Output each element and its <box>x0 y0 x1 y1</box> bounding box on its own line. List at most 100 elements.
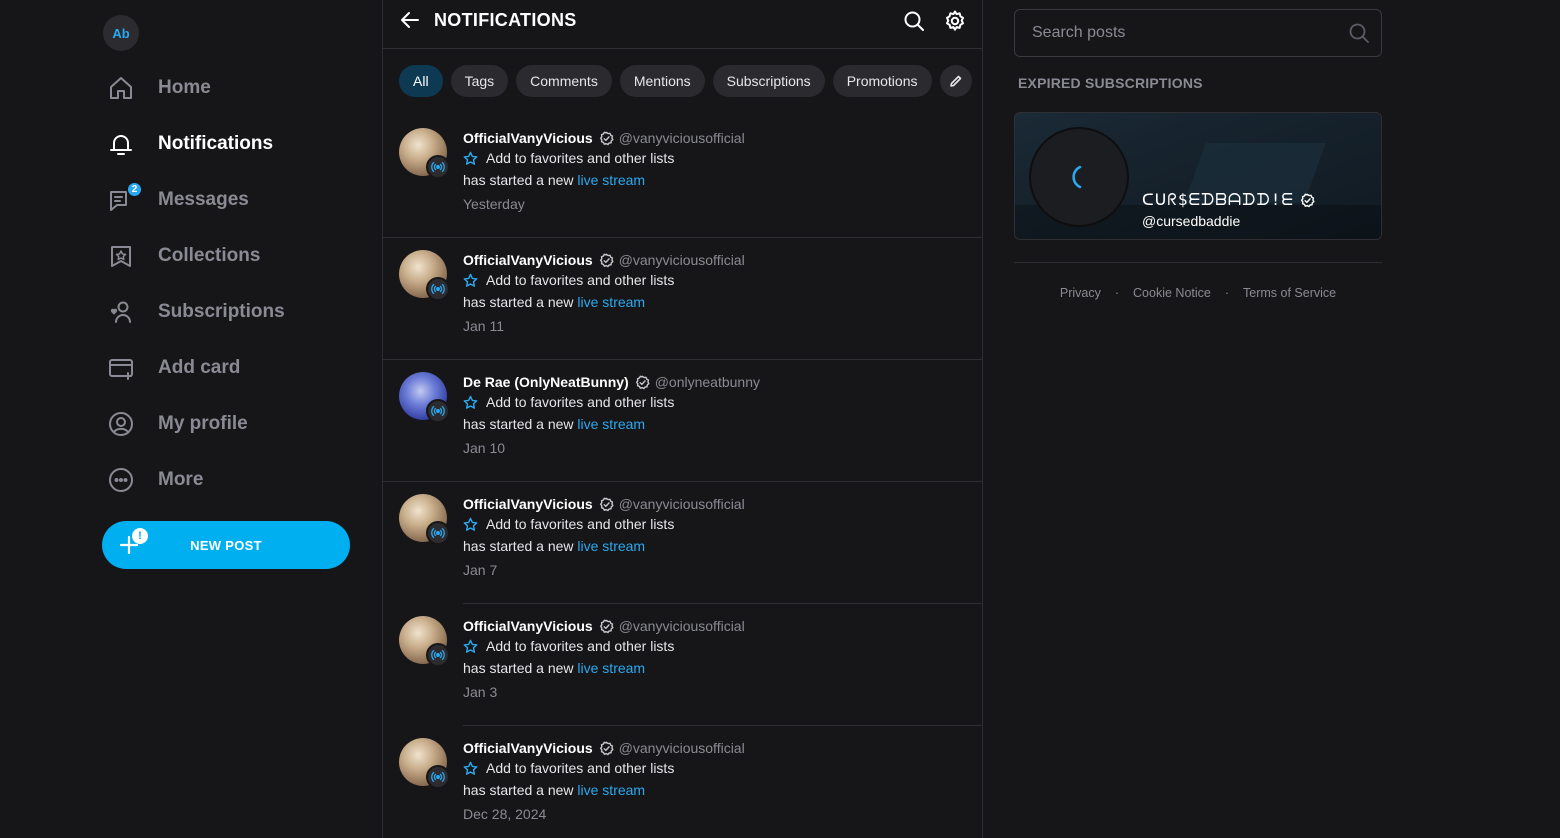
search-posts-input[interactable] <box>1014 9 1382 57</box>
notification-text: has started a new live stream <box>463 538 645 554</box>
author-handle[interactable]: @vanyviciousofficial <box>619 496 745 512</box>
expired-sub-handle[interactable]: @cursedbaddie <box>1142 213 1240 229</box>
notification-item[interactable]: OfficialVanyVicious @vanyviciousofficial A… <box>383 726 983 838</box>
live-badge <box>426 765 450 789</box>
notification-message: has started a new <box>463 416 578 432</box>
notification-item[interactable]: OfficialVanyVicious @vanyviciousofficial A… <box>383 238 983 360</box>
nav-notifications-label: Notifications <box>158 133 274 154</box>
live-stream-link[interactable]: live stream <box>577 416 645 432</box>
add-to-favorites-button[interactable]: Add to favorites and other lists <box>463 760 674 776</box>
live-stream-icon <box>431 527 445 539</box>
back-arrow-icon[interactable] <box>399 9 421 31</box>
add-to-favorites-button[interactable]: Add to favorites and other lists <box>463 394 674 410</box>
privacy-link[interactable]: Privacy <box>1060 286 1101 300</box>
verified-icon <box>599 130 614 145</box>
expired-sub-name-text: ᑕᑌᖇ$ᗴᗪᗷᗩᗪᗪ!ᗴ <box>1142 190 1294 209</box>
add-to-favorites-button[interactable]: Add to favorites and other lists <box>463 638 674 654</box>
app: Ab Home Notifications 2 Messages Collect… <box>0 0 1560 838</box>
notification-message: has started a new <box>463 172 578 188</box>
author-name[interactable]: OfficialVanyVicious <box>463 496 593 512</box>
notification-item[interactable]: OfficialVanyVicious @vanyviciousofficial A… <box>383 604 983 726</box>
live-stream-link[interactable]: live stream <box>577 782 645 798</box>
add-to-favorites-label: Add to favorites and other lists <box>486 760 675 776</box>
add-to-favorites-label: Add to favorites and other lists <box>486 150 675 166</box>
verified-icon <box>1300 192 1315 207</box>
footer-separator: · <box>1114 286 1120 300</box>
notification-message: has started a new <box>463 294 578 310</box>
expired-sub-name[interactable]: ᑕᑌᖇ$ᗴᗪᗷᗩᗪᗪ!ᗴ <box>1142 190 1315 210</box>
nav-add-card[interactable]: Add card <box>106 348 240 388</box>
nav-messages-label: Messages <box>158 189 249 210</box>
notification-date: Jan 3 <box>463 684 498 700</box>
notifications-header: NOTIFICATIONS <box>383 0 982 49</box>
loading-spinner-icon <box>1072 165 1082 189</box>
verified-icon <box>599 496 614 511</box>
notification-item[interactable]: De Rae (OnlyNeatBunny) @onlyneatbunny Add … <box>383 360 983 482</box>
search-posts-icon[interactable] <box>1348 22 1370 44</box>
search-icon[interactable] <box>903 10 925 32</box>
nav-more[interactable]: More <box>106 460 203 500</box>
new-post-button[interactable]: ! NEW POST <box>102 521 350 569</box>
author-handle[interactable]: @vanyviciousofficial <box>619 130 745 146</box>
user-avatar[interactable]: Ab <box>103 15 139 51</box>
author-handle[interactable]: @vanyviciousofficial <box>619 618 745 634</box>
add-to-favorites-button[interactable]: Add to favorites and other lists <box>463 516 674 532</box>
add-to-favorites-button[interactable]: Add to favorites and other lists <box>463 150 674 166</box>
notification-author: OfficialVanyVicious @vanyviciousofficial <box>463 130 745 146</box>
star-icon <box>463 395 478 409</box>
live-stream-icon <box>431 161 445 173</box>
notification-text: has started a new live stream <box>463 660 645 676</box>
nav-collections[interactable]: Collections <box>106 236 260 276</box>
live-stream-link[interactable]: live stream <box>577 538 645 554</box>
notification-date: Jan 11 <box>463 318 504 334</box>
add-card-icon <box>106 353 136 383</box>
tab-mentions[interactable]: Mentions <box>619 65 705 97</box>
gear-icon[interactable] <box>943 9 967 33</box>
star-icon <box>463 273 478 287</box>
tab-promotions[interactable]: Promotions <box>832 65 932 97</box>
author-name[interactable]: OfficialVanyVicious <box>463 618 593 634</box>
nav-notifications[interactable]: Notifications <box>106 124 273 164</box>
expired-sub-avatar[interactable] <box>1029 127 1129 227</box>
nav-subscriptions[interactable]: Subscriptions <box>106 292 285 332</box>
expired-subscription-card[interactable]: ᑕᑌᖇ$ᗴᗪᗷᗩᗪᗪ!ᗴ @cursedbaddie <box>1014 112 1382 240</box>
live-stream-link[interactable]: live stream <box>577 172 645 188</box>
author-handle[interactable]: @vanyviciousofficial <box>619 252 745 268</box>
add-to-favorites-label: Add to favorites and other lists <box>486 394 675 410</box>
author-name[interactable]: De Rae (OnlyNeatBunny) <box>463 374 629 390</box>
notification-author: OfficialVanyVicious @vanyviciousofficial <box>463 740 745 756</box>
tab-subscriptions[interactable]: Subscriptions <box>712 65 825 97</box>
terms-of-service-link[interactable]: Terms of Service <box>1243 286 1336 300</box>
live-stream-icon <box>431 649 445 661</box>
cookie-notice-link[interactable]: Cookie Notice <box>1133 286 1211 300</box>
messages-badge: 2 <box>127 182 142 197</box>
author-handle[interactable]: @onlyneatbunny <box>655 374 760 390</box>
live-badge <box>426 277 450 301</box>
notification-item[interactable]: OfficialVanyVicious @vanyviciousofficial A… <box>383 116 983 238</box>
live-stream-icon <box>431 771 445 783</box>
nav-my-profile-label: My profile <box>158 413 248 434</box>
star-icon <box>463 761 478 775</box>
tab-comments[interactable]: Comments <box>516 65 612 97</box>
author-name[interactable]: OfficialVanyVicious <box>463 252 593 268</box>
nav-my-profile[interactable]: My profile <box>106 404 248 444</box>
notification-date: Dec 28, 2024 <box>463 806 547 822</box>
author-name[interactable]: OfficialVanyVicious <box>463 130 593 146</box>
live-stream-link[interactable]: live stream <box>577 660 645 676</box>
nav-home[interactable]: Home <box>106 68 211 108</box>
notification-author: OfficialVanyVicious @vanyviciousofficial <box>463 496 745 512</box>
page-title: NOTIFICATIONS <box>434 10 577 30</box>
tab-tags[interactable]: Tags <box>450 65 509 97</box>
nav-messages[interactable]: 2 Messages <box>106 180 249 220</box>
live-stream-link[interactable]: live stream <box>577 294 645 310</box>
author-handle[interactable]: @vanyviciousofficial <box>619 740 745 756</box>
star-icon <box>463 639 478 653</box>
add-to-favorites-button[interactable]: Add to favorites and other lists <box>463 272 674 288</box>
tab-all[interactable]: All <box>399 65 443 97</box>
profile-icon <box>106 409 136 439</box>
verified-icon <box>599 252 614 267</box>
notification-date: Jan 7 <box>463 562 498 578</box>
author-name[interactable]: OfficialVanyVicious <box>463 740 593 756</box>
edit-tabs-button[interactable] <box>939 65 972 97</box>
notification-item[interactable]: OfficialVanyVicious @vanyviciousofficial A… <box>383 482 983 604</box>
